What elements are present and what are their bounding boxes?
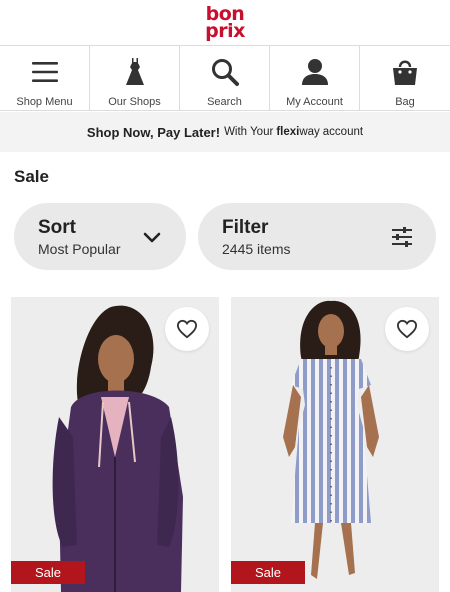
filter-button[interactable]: Filter 2445 items (198, 203, 436, 270)
promo-brand-suffix: way (299, 126, 320, 138)
bag-icon (389, 56, 421, 88)
dress-icon (119, 56, 151, 88)
nav-bag[interactable]: Bag (360, 46, 450, 110)
header: bon prix (0, 0, 450, 45)
main-nav: Shop Menu Our Shops Search My Account Ba… (0, 45, 450, 111)
product-card[interactable]: Sale (11, 297, 219, 592)
filter-count: 2445 items (222, 241, 291, 257)
sort-title: Sort (38, 217, 76, 238)
nav-my-account[interactable]: My Account (270, 46, 360, 110)
heart-icon (176, 319, 198, 339)
sort-value: Most Popular (38, 241, 121, 257)
nav-search[interactable]: Search (180, 46, 270, 110)
promo-brand-flexi: flexi (276, 126, 300, 138)
bonprix-logo[interactable]: bon prix (205, 4, 245, 42)
product-card[interactable]: Sale (231, 297, 439, 592)
nav-shop-menu[interactable]: Shop Menu (0, 46, 90, 110)
flexiway-logo: flexiway (276, 126, 319, 138)
sliders-icon (390, 225, 414, 249)
wishlist-button[interactable] (385, 307, 429, 351)
logo-bottom: prix (205, 19, 245, 42)
user-icon (299, 56, 331, 88)
nav-label: Search (207, 96, 242, 108)
chevron-down-icon (140, 225, 164, 249)
nav-label: Our Shops (108, 96, 161, 108)
nav-our-shops[interactable]: Our Shops (90, 46, 180, 110)
sort-button[interactable]: Sort Most Popular (14, 203, 186, 270)
search-icon (209, 56, 241, 88)
filter-title: Filter (222, 217, 269, 238)
promo-banner[interactable]: Shop Now, Pay Later! With Your flexiway … (0, 112, 450, 152)
promo-post: account (322, 126, 364, 138)
promo-pre: With Your (224, 126, 274, 138)
wishlist-button[interactable] (165, 307, 209, 351)
page-title: Sale (14, 167, 49, 186)
sale-badge: Sale (231, 561, 305, 584)
nav-label: Shop Menu (16, 96, 73, 108)
sale-badge: Sale (11, 561, 85, 584)
menu-icon (29, 56, 61, 88)
promo-headline: Shop Now, Pay Later! (86, 124, 221, 140)
nav-label: My Account (286, 96, 343, 108)
heart-icon (396, 319, 418, 339)
nav-label: Bag (395, 96, 415, 108)
